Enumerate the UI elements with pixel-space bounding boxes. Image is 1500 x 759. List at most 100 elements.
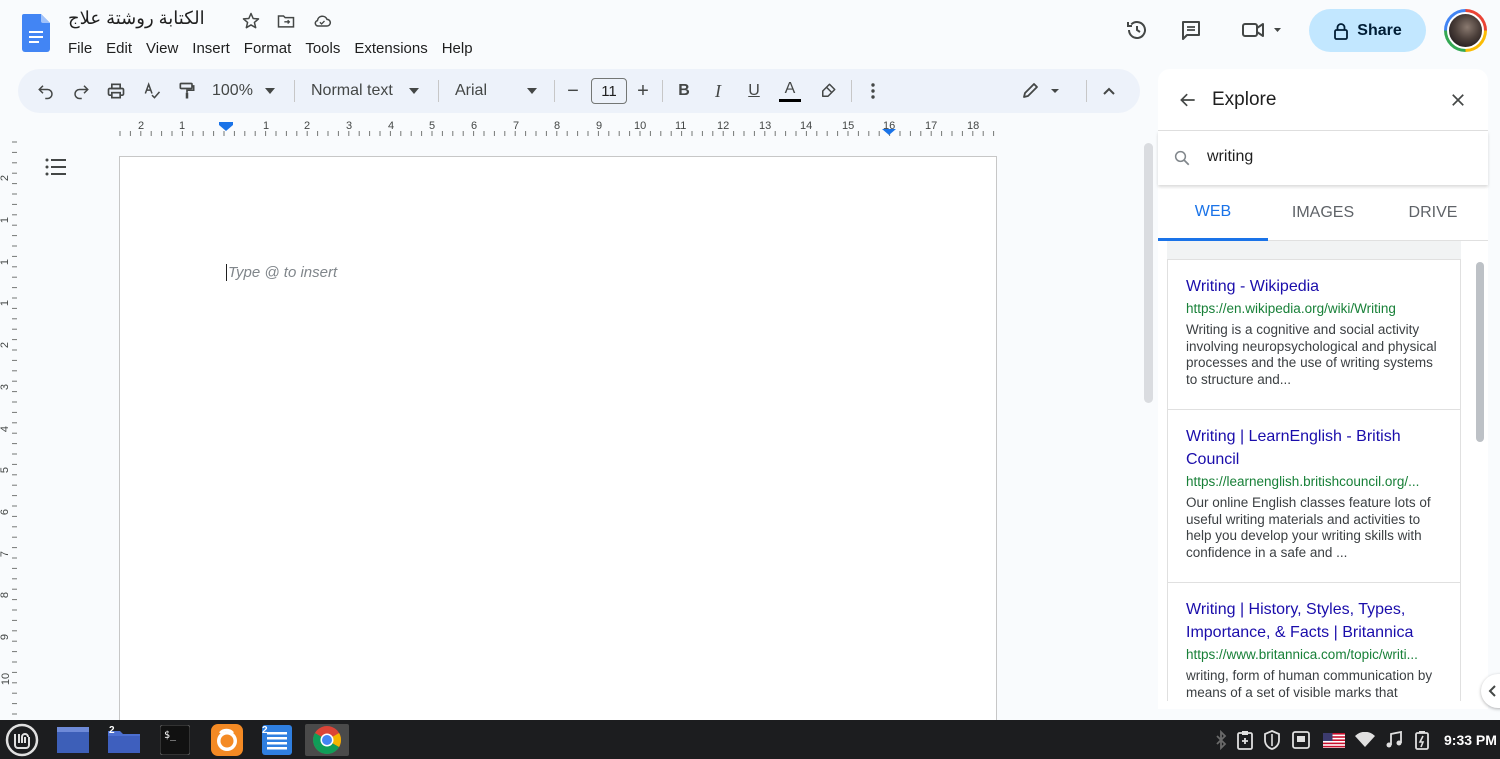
explore-search-bar[interactable]: writing [1158, 131, 1488, 185]
show-desktop-icon[interactable] [56, 724, 90, 756]
ruler-label: 2 [304, 120, 311, 132]
menu-edit[interactable]: Edit [106, 38, 132, 59]
ruler-label: 4 [388, 120, 395, 132]
ruler-label: 6 [0, 508, 12, 516]
share-label: Share [1357, 21, 1402, 39]
toolbar-divider [554, 80, 555, 102]
bluetooth-icon[interactable] [1211, 730, 1231, 750]
wifi-icon[interactable] [1355, 730, 1375, 750]
zoom-select[interactable]: 100% [212, 69, 282, 113]
toolbar-divider [438, 80, 439, 102]
drive-icon[interactable] [1291, 730, 1311, 750]
search-result[interactable]: Writing - Wikipedia https://en.wikipedia… [1167, 259, 1461, 410]
highlight-icon[interactable] [816, 69, 840, 113]
chevron-left-icon [1488, 685, 1496, 697]
collapse-menus-icon[interactable] [1097, 69, 1121, 113]
docs-app-icon[interactable]: 2 [260, 724, 294, 756]
document-outline-icon[interactable] [44, 155, 68, 179]
clipboard-icon[interactable] [1235, 730, 1255, 750]
share-button[interactable]: Share [1309, 9, 1426, 52]
document-placeholder[interactable]: Type @ to insert [226, 264, 337, 281]
menu-extensions[interactable]: Extensions [354, 38, 427, 59]
version-history-icon[interactable] [1121, 14, 1153, 46]
menu-help[interactable]: Help [442, 38, 473, 59]
mint-menu-icon[interactable] [5, 723, 39, 757]
explore-scrollbar[interactable] [1476, 262, 1484, 442]
window-count-badge: 2 [262, 725, 268, 736]
menu-tools[interactable]: Tools [305, 38, 340, 59]
font-size-input[interactable]: 11 [591, 78, 627, 104]
keyboard-layout-flag-icon[interactable] [1322, 730, 1346, 750]
tab-web[interactable]: WEB [1158, 185, 1268, 241]
ruler-label: 10 [0, 672, 13, 686]
paragraph-style-select[interactable]: Normal text [311, 69, 423, 113]
cloud-saved-icon[interactable] [311, 10, 333, 32]
font-family-select[interactable]: Arial [455, 69, 541, 113]
result-title[interactable]: Writing - Wikipedia [1186, 275, 1442, 298]
result-title[interactable]: Writing | History, Styles, Types, Import… [1186, 598, 1442, 644]
decrease-font-size-button[interactable]: − [563, 69, 583, 113]
result-title[interactable]: Writing | LearnEnglish - British Council [1186, 425, 1442, 471]
ruler-label: 1 [179, 120, 186, 132]
update-shield-icon[interactable] [1262, 730, 1282, 750]
menu-view[interactable]: View [146, 38, 178, 59]
clock[interactable]: 9:33 PM [1444, 732, 1497, 748]
ruler-label: 9 [0, 633, 12, 641]
horizontal-ruler[interactable]: 2 1 1 2 3 4 5 6 7 8 9 10 11 12 13 14 15 … [118, 119, 998, 139]
chevron-down-icon [527, 88, 538, 94]
ruler-label: 14 [800, 120, 813, 132]
italic-button[interactable]: I [708, 69, 728, 113]
vertical-ruler[interactable]: 2 1 1 1 2 3 4 5 6 7 8 9 10 [0, 140, 18, 720]
underline-button[interactable]: U [744, 69, 764, 113]
meet-video-icon[interactable] [1236, 14, 1286, 46]
battery-icon[interactable] [1412, 730, 1432, 750]
account-avatar[interactable] [1444, 9, 1487, 52]
paint-format-icon[interactable] [175, 69, 199, 113]
sound-icon[interactable] [1384, 730, 1404, 750]
print-icon[interactable] [104, 69, 128, 113]
firefox-icon[interactable] [210, 724, 244, 756]
result-url[interactable]: https://learnenglish.britishcouncil.org/… [1186, 473, 1442, 491]
undo-icon[interactable] [34, 69, 58, 113]
redo-icon[interactable] [69, 69, 93, 113]
more-options-icon[interactable] [861, 69, 885, 113]
menu-file[interactable]: File [68, 38, 92, 59]
toolbar-divider [662, 80, 663, 102]
tab-images[interactable]: IMAGES [1268, 185, 1378, 241]
explore-title: Explore [1212, 89, 1277, 110]
chrome-icon[interactable] [305, 724, 349, 756]
text-color-button[interactable]: A [778, 69, 802, 113]
move-folder-icon[interactable] [275, 10, 297, 32]
document-page[interactable] [119, 156, 997, 736]
editing-mode-pencil-icon[interactable] [1018, 69, 1062, 113]
toolbar-divider [851, 80, 852, 102]
document-scrollbar[interactable] [1144, 143, 1153, 403]
menu-insert[interactable]: Insert [192, 38, 230, 59]
menu-format[interactable]: Format [244, 38, 292, 59]
star-icon[interactable] [240, 10, 262, 32]
file-manager-icon[interactable]: 2 [107, 724, 141, 756]
search-result[interactable]: Writing | History, Styles, Types, Import… [1167, 582, 1461, 701]
explore-tabs: WEB IMAGES DRIVE [1158, 185, 1488, 241]
result-url[interactable]: https://en.wikipedia.org/wiki/Writing [1186, 300, 1442, 318]
docs-logo-icon[interactable] [22, 14, 50, 52]
result-url[interactable]: https://www.britannica.com/topic/writi..… [1186, 646, 1442, 664]
document-title[interactable]: الكتابة روشتة علاج [68, 8, 205, 29]
ruler-label: 1 [0, 299, 12, 307]
close-icon[interactable] [1449, 91, 1467, 114]
terminal-icon[interactable]: $_ [158, 724, 192, 756]
comments-icon[interactable] [1175, 14, 1207, 46]
ruler-label: 10 [634, 120, 647, 132]
ruler-label: 5 [429, 120, 436, 132]
search-result[interactable]: Writing | LearnEnglish - British Council… [1167, 409, 1461, 583]
back-arrow-icon[interactable] [1178, 90, 1198, 115]
ruler-label: 16 [883, 120, 896, 132]
bold-button[interactable]: B [674, 69, 694, 113]
spellcheck-icon[interactable] [140, 69, 164, 113]
font-value: Arial [455, 82, 488, 99]
explore-search-input[interactable]: writing [1207, 148, 1253, 166]
toolbar-divider [294, 80, 295, 102]
os-taskbar: 2 $_ 2 9:33 PM [0, 720, 1500, 759]
increase-font-size-button[interactable]: + [633, 69, 653, 113]
tab-drive[interactable]: DRIVE [1378, 185, 1488, 241]
